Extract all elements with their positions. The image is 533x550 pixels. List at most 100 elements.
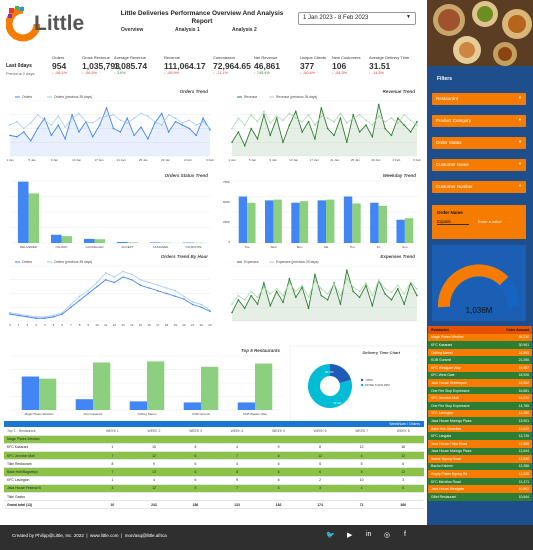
cell-amount: 36,210 — [518, 335, 529, 340]
table-row[interactable]: KFC Junction Mall 7 12 6 7 6 12 4 12 — [4, 451, 424, 461]
table-row[interactable]: Bacho Kitchen 12,358 — [428, 462, 532, 471]
table-row[interactable]: Tikiri Restaurant 8 9 6 4 6 5 5 6 — [4, 459, 424, 469]
table-cell: 12 — [133, 484, 175, 494]
table-row[interactable]: Bake Hub Dinnettes 13,622 — [428, 424, 532, 433]
series-point — [35, 317, 37, 320]
series-point — [371, 304, 374, 307]
filter-restaurant[interactable]: Restaurant ▼ — [432, 93, 526, 105]
date-range-picker[interactable]: 1 Jan 2023 - 8 Feb 2023 ▼ — [298, 12, 416, 25]
table-row[interactable]: Magic Plates Westlan 36,210 — [428, 333, 532, 342]
order-name-operator[interactable]: Equals — [437, 219, 469, 225]
table-cell: 12 — [340, 443, 383, 453]
grand-total-row: Grand total (13) 10 243 186 133 182 174 71 366 — [4, 500, 424, 510]
series-point — [416, 294, 418, 297]
table-cell: 9 — [257, 443, 300, 453]
series-point — [50, 124, 53, 126]
youtube-icon[interactable]: ▶ — [347, 531, 352, 539]
column-header[interactable]: WEEK 1 — [91, 427, 134, 436]
table-row[interactable]: One Fire Stop Expressive 14,765 — [428, 401, 532, 410]
series-point — [326, 117, 329, 119]
table-cell: Tikiri Gastro — [4, 492, 92, 502]
series-point — [314, 279, 316, 282]
food-plates-image — [427, 0, 533, 66]
table-row[interactable]: Bake Hub/Bagwelpo 7 13 6 8 6 6 5 12 — [4, 467, 424, 477]
little-logo: Little — [4, 2, 114, 46]
series-point — [57, 115, 60, 117]
filter-customer-name[interactable]: Customer Name ▼ — [432, 159, 526, 171]
series-point — [96, 285, 98, 288]
cell-amount: 12,888 — [518, 441, 529, 446]
table-row[interactable]: KFC Langata 13,726 — [428, 432, 532, 440]
table-row[interactable]: Magic Plates Westlan — [4, 435, 424, 444]
table-row[interactable]: Java House Festival B 3 12 9 7 6 3 4 6 — [4, 484, 424, 494]
nav-analysis-1[interactable]: Analysis 1 — [175, 27, 200, 33]
facebook-icon[interactable]: f — [404, 531, 406, 538]
table-row[interactable]: Java House Greenspan 18,502 — [428, 379, 532, 387]
twitter-icon[interactable]: 🐦 — [326, 531, 335, 539]
table-row[interactable]: Gillet Restaurant 10,644 — [428, 493, 532, 501]
series-point — [397, 284, 399, 287]
column-header[interactable]: WEEK 7 — [340, 427, 383, 436]
series-point — [269, 122, 272, 124]
table-row[interactable]: KFC Meridian Road 11,471 — [428, 477, 532, 486]
bar — [378, 205, 387, 243]
series-point — [61, 311, 63, 314]
table-row[interactable]: Java House Westgate 10,802 — [428, 485, 532, 494]
series-point — [346, 277, 348, 280]
series-point — [231, 127, 233, 130]
column-header[interactable]: WEEK 2 — [133, 427, 175, 436]
table-row[interactable]: KFC Junction Mall 16,274 — [428, 394, 532, 402]
table-row[interactable]: Java House Morings Plaza 13,901 — [428, 417, 532, 425]
series-point — [320, 288, 323, 290]
footer-site-link[interactable]: www.little.com — [90, 533, 119, 538]
nav-analysis-2[interactable]: Analysis 2 — [232, 27, 257, 33]
filter-customer-number[interactable]: Customer Number ▼ — [432, 181, 526, 193]
nav-overview[interactable]: Overview — [121, 27, 143, 33]
x-tick: 1 Jan — [6, 158, 14, 162]
table-row[interactable]: Barbie Ngong Road 12,520 — [428, 455, 532, 463]
table-cell: 6 — [174, 467, 217, 477]
column-header[interactable]: WEEK 6 — [299, 427, 341, 436]
table-row[interactable]: Empty Plates Ngong Rd 11,828 — [428, 470, 532, 478]
legend-label: Orders (previous 39 days) — [54, 260, 92, 264]
table-cell: 12 — [133, 451, 175, 461]
table-row[interactable]: KFC Kasarani 1 15 8 4 9 8 12 16 — [4, 443, 424, 453]
column-header[interactable]: WEEK 8 — [382, 427, 424, 436]
instagram-icon[interactable]: ◎ — [384, 531, 390, 539]
cell-restaurant: Empty Plates Ngong Rd — [431, 472, 468, 477]
bar — [147, 361, 165, 410]
column-header[interactable]: WEEK 4 — [216, 427, 258, 436]
column-header[interactable]: WEEK 5 — [257, 427, 300, 436]
series-point — [140, 112, 142, 115]
order-name-input[interactable]: Enter a value — [478, 219, 502, 224]
order-name-label: Order Name — [437, 210, 463, 215]
series-point — [181, 124, 184, 126]
table-row[interactable]: Java House Morings Plaza 12,644 — [428, 447, 532, 456]
column-header[interactable]: Top T... Restaurant — [4, 427, 92, 436]
table-row[interactable]: KOB Gursmit 21,395 — [428, 356, 532, 364]
table-row[interactable]: KFC Kasarani 30,961 — [428, 341, 532, 349]
table-row[interactable]: KFC Lavington 1 4 6 9 6 2 10 3 — [4, 476, 424, 485]
filter-product-category[interactable]: Product Category ▼ — [432, 115, 526, 127]
table-row[interactable]: KFC Westgate Way 19,987 — [428, 363, 532, 372]
table-cell — [133, 435, 175, 444]
table-row[interactable]: Tikiri Gastro — [4, 492, 424, 502]
series-point — [181, 122, 184, 124]
brand-name: Little — [34, 12, 85, 35]
cell-amount: 16,274 — [518, 396, 529, 401]
filter-order-status[interactable]: Order Status ▼ — [432, 137, 526, 149]
x-tick: 22 — [200, 323, 204, 327]
series-point — [390, 134, 393, 137]
table-cell: 6 — [257, 459, 300, 469]
column-header[interactable]: WEEK 3 — [174, 427, 217, 436]
table-row[interactable]: Java House Thika Road 12,888 — [428, 439, 532, 448]
table-row[interactable]: KFC Lavington 14,280 — [428, 409, 532, 418]
series-point — [390, 291, 393, 294]
table-cell: 12 — [382, 451, 424, 461]
table-row[interactable]: One Fire Stop Expressive 16,881 — [428, 386, 532, 395]
x-tick: 19 — [174, 323, 178, 327]
footer-mail-link[interactable]: mon/asq@little.africa — [125, 533, 167, 538]
table-row[interactable]: KFC West Gate 18,926 — [428, 371, 532, 380]
table-row[interactable]: Golfing Damei 24,893 — [428, 348, 532, 357]
linkedin-icon[interactable]: in — [366, 531, 371, 538]
